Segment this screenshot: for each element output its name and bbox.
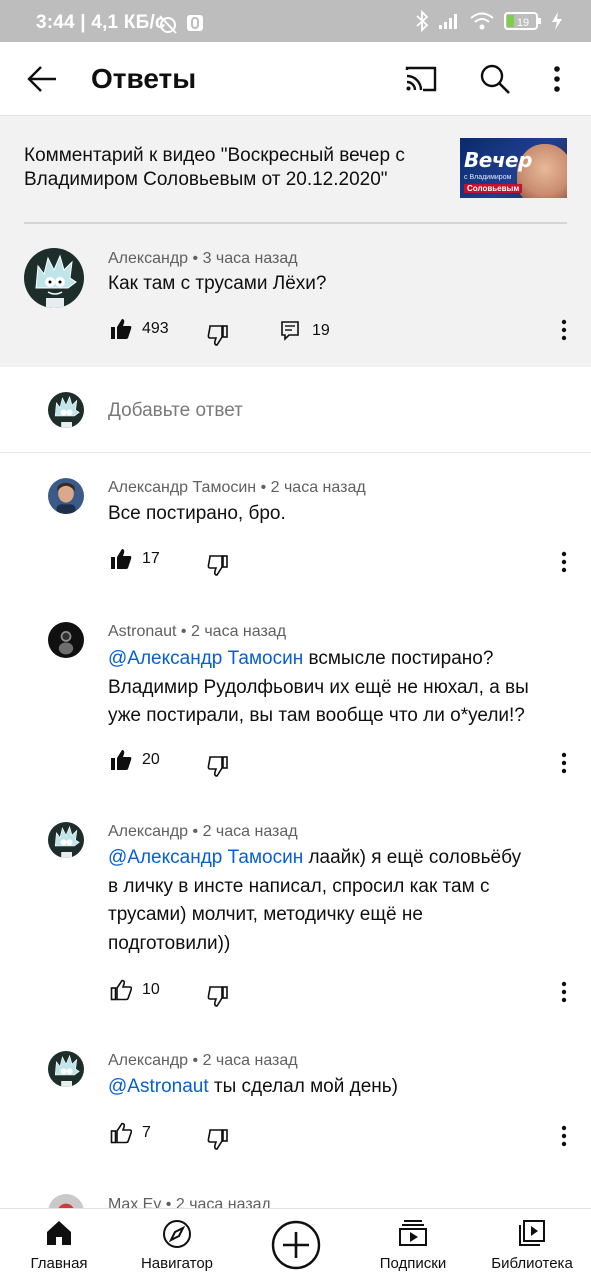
user-avatar [48, 392, 84, 428]
reply-more-icon[interactable] [560, 980, 568, 1004]
like-filled-icon[interactable] [110, 318, 132, 340]
reply-text: @Александр Тамосин всмысле постирано? Вл… [108, 645, 548, 731]
comment-text: Как там с трусами Лёхи? [108, 273, 327, 294]
reply-meta: Александр • 2 часа назад [108, 1052, 298, 1069]
compass-icon [163, 1220, 191, 1248]
like-filled-icon[interactable] [110, 749, 132, 771]
like-count: 20 [142, 751, 160, 768]
video-thumbnail[interactable]: Вечер с Владимиром Соловьевым [460, 138, 567, 198]
reply-more-icon[interactable] [560, 1124, 568, 1148]
replies-count-group[interactable]: 19 [280, 320, 330, 342]
nav-home[interactable]: Главная [18, 1209, 100, 1280]
comment-actions: 493 [110, 318, 169, 340]
reply-more-icon[interactable] [560, 550, 568, 574]
app-notification-icon [187, 15, 203, 31]
like-filled-icon[interactable] [110, 548, 132, 570]
avatar[interactable] [24, 248, 84, 308]
signal-icon [439, 14, 457, 29]
battery-level: 19 [517, 17, 529, 29]
subscriptions-icon [399, 1220, 427, 1246]
reply-like-group: 10 [110, 979, 160, 1001]
original-comment: Комментарий к видео "Воскресный вечер с … [0, 116, 591, 367]
dislike-icon[interactable] [207, 554, 229, 576]
reply-author[interactable]: Александр [108, 1052, 188, 1069]
reply-mention[interactable]: @Александр Тамосин [108, 648, 303, 669]
reply-meta: Александр Тамосин • 2 часа назад [108, 479, 366, 496]
reply-author[interactable]: Astronaut [108, 623, 176, 640]
reply-text: @Astronaut ты сделал мой день) [108, 1073, 548, 1102]
like-count: 493 [142, 320, 169, 337]
reply-like-group: 20 [110, 749, 160, 771]
reply-mention[interactable]: @Александр Тамосин [108, 847, 303, 868]
reply-body: ты сделал мой день) [208, 1076, 398, 1097]
reply-more-icon[interactable] [560, 751, 568, 775]
comment-more-icon[interactable] [560, 318, 568, 342]
battery-icon: 19 [504, 12, 541, 30]
charging-icon [552, 12, 562, 30]
wifi-icon [470, 12, 494, 30]
library-icon [519, 1220, 545, 1246]
status-time: 3:44 | 4,1 КБ/с [36, 12, 166, 33]
comment-meta: Александр • 3 часа назад [108, 250, 298, 267]
thumbnail-title: Вечер [464, 148, 532, 172]
divider [24, 222, 567, 224]
nav-explore-label: Навигатор [140, 1255, 214, 1272]
dislike-icon[interactable] [207, 1128, 229, 1150]
reply-text: Все постирано, бро. [108, 500, 548, 529]
nav-explore[interactable]: Навигатор [130, 1209, 224, 1280]
bluetooth-icon [416, 10, 429, 32]
add-reply-input[interactable]: Добавьте ответ [108, 400, 243, 422]
more-vert-icon[interactable] [547, 62, 567, 96]
avatar[interactable] [48, 1051, 84, 1087]
dislike-icon[interactable] [207, 324, 229, 346]
reply-body: Все постирано, бро. [108, 503, 286, 524]
thumbnail-line1: с Владимиром [464, 174, 512, 181]
reply-comment-icon[interactable] [280, 320, 300, 342]
dislike-icon[interactable] [207, 755, 229, 777]
home-icon [47, 1221, 71, 1245]
dislike-icon[interactable] [207, 985, 229, 1007]
like-count: 7 [142, 1124, 151, 1141]
nav-home-label: Главная [30, 1255, 88, 1272]
comment-time: 3 часа назад [202, 250, 298, 267]
cast-icon[interactable] [404, 62, 438, 96]
add-reply-row[interactable]: Добавьте ответ [0, 368, 591, 453]
reply-time: 2 часа назад [270, 479, 366, 496]
avatar[interactable] [48, 622, 84, 658]
avatar[interactable] [48, 478, 84, 514]
back-arrow-icon[interactable] [26, 62, 60, 96]
reply-meta: Astronaut • 2 часа назад [108, 623, 287, 640]
thumbnail-line2: Соловьевым [464, 184, 523, 193]
search-icon[interactable] [478, 62, 512, 96]
nav-library-label: Библиотека [491, 1255, 573, 1272]
reply-time: 2 часа назад [202, 823, 298, 840]
status-bar: 3:44 | 4,1 КБ/с 19 [0, 0, 591, 42]
reply-text: @Александр Тамосин лаайк) я ещё соловьёб… [108, 844, 533, 958]
comment-author[interactable]: Александр [108, 250, 188, 267]
nav-create[interactable] [270, 1209, 322, 1280]
nav-subscriptions-label: Подписки [379, 1255, 447, 1272]
reply-meta: Александр • 2 часа назад [108, 823, 298, 840]
reply-like-group: 7 [110, 1122, 151, 1144]
reply-author[interactable]: Александр Тамосин [108, 479, 256, 496]
nav-library[interactable]: Библиотека [484, 1209, 580, 1280]
like-count: 10 [142, 981, 160, 998]
nav-subscriptions[interactable]: Подписки [372, 1209, 454, 1280]
video-reference[interactable]: Комментарий к видео "Воскресный вечер с … [24, 144, 434, 192]
avatar[interactable] [48, 822, 84, 858]
reply-time: 2 часа назад [190, 623, 287, 640]
reply-like-group: 17 [110, 548, 160, 570]
reply-time: 2 часа назад [202, 1052, 298, 1069]
reply-mention[interactable]: @Astronaut [108, 1076, 209, 1097]
page-title: Ответы [91, 63, 197, 94]
bottom-navigation: Главная Навигатор Подписки Библиотека [0, 1208, 591, 1280]
like-outline-icon[interactable] [110, 979, 132, 1001]
app-bar: Ответы [0, 42, 591, 116]
reply-author[interactable]: Александр [108, 823, 188, 840]
like-count: 17 [142, 550, 160, 567]
create-plus-icon [271, 1220, 321, 1270]
like-outline-icon[interactable] [110, 1122, 132, 1144]
alarm-off-icon [159, 15, 177, 34]
replies-count: 19 [312, 322, 330, 339]
